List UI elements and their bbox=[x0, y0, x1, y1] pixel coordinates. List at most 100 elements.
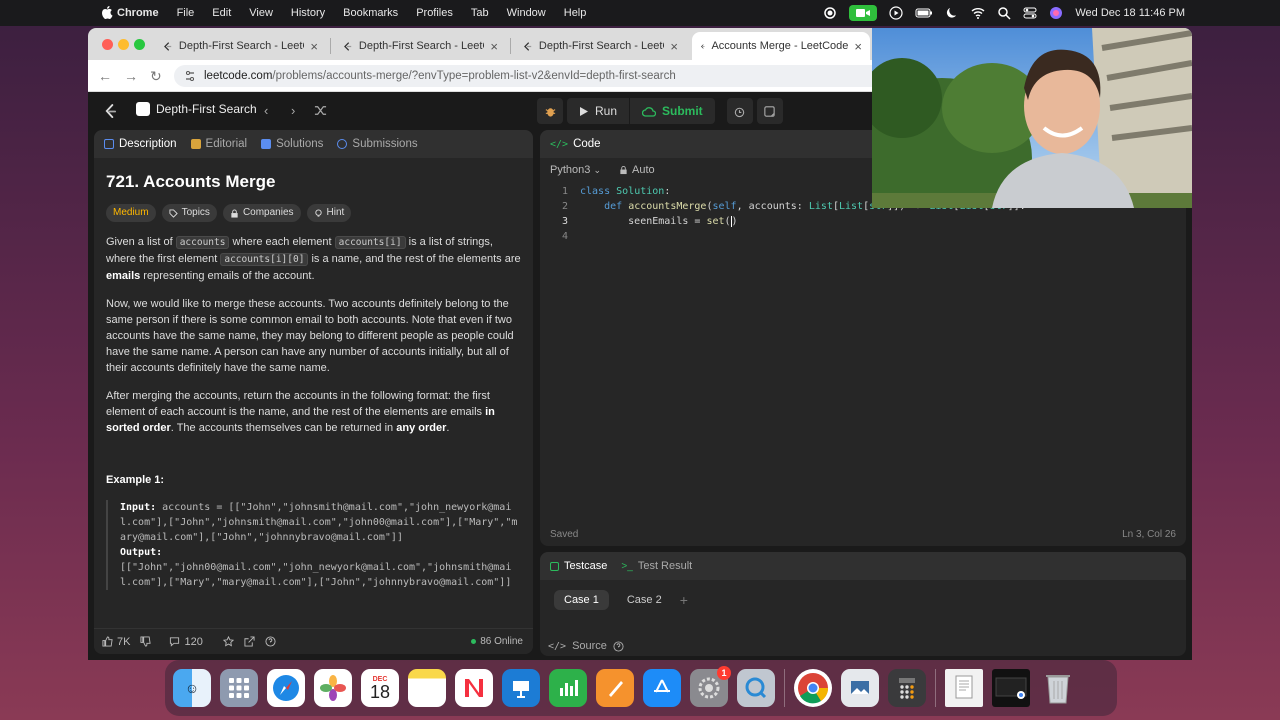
topics-chip[interactable]: Topics bbox=[161, 204, 217, 222]
source-toggle[interactable]: </> Source bbox=[548, 640, 624, 652]
notes-icon[interactable] bbox=[408, 669, 446, 707]
launchpad-icon[interactable] bbox=[220, 669, 258, 707]
next-problem-icon[interactable]: › bbox=[291, 103, 295, 118]
back-arrow-icon[interactable]: ← bbox=[98, 68, 112, 84]
siri-icon[interactable] bbox=[1049, 6, 1063, 20]
inline-code: accounts bbox=[175, 236, 230, 249]
finder-icon[interactable]: ☺ bbox=[173, 669, 211, 707]
menu-history[interactable]: History bbox=[282, 7, 334, 19]
menu-view[interactable]: View bbox=[240, 7, 282, 19]
case-2-tab[interactable]: Case 2 bbox=[617, 590, 672, 610]
wifi-icon[interactable] bbox=[971, 6, 985, 20]
browser-tab-1[interactable]: Depth-First Search - LeetCode × bbox=[154, 32, 326, 60]
save-status: Saved bbox=[550, 528, 579, 540]
safari-icon[interactable] bbox=[267, 669, 305, 707]
camera-active-icon[interactable] bbox=[849, 5, 878, 21]
recent-window-icon[interactable] bbox=[992, 669, 1030, 707]
notes-button[interactable] bbox=[756, 98, 783, 124]
close-tab-icon[interactable]: × bbox=[854, 39, 862, 54]
document-stack-icon[interactable] bbox=[945, 669, 983, 707]
example-input: Input: accounts = [["John","johnsmith@ma… bbox=[120, 500, 521, 545]
app-store-icon[interactable] bbox=[643, 669, 681, 707]
difficulty-badge[interactable]: Medium bbox=[106, 204, 156, 222]
numbers-icon[interactable] bbox=[549, 669, 587, 707]
tab-testcase-label: Testcase bbox=[564, 560, 608, 572]
star-icon[interactable] bbox=[222, 636, 234, 647]
tab-result-label: Test Result bbox=[637, 560, 693, 572]
menu-profiles[interactable]: Profiles bbox=[407, 7, 462, 19]
preview-icon[interactable] bbox=[841, 669, 879, 707]
menu-edit[interactable]: Edit bbox=[203, 7, 240, 19]
lock-icon bbox=[620, 165, 627, 175]
url-field[interactable]: leetcode.com/problems/accounts-merge/?en… bbox=[174, 65, 974, 87]
reload-icon[interactable]: ↻ bbox=[150, 68, 162, 85]
play-icon[interactable] bbox=[889, 6, 903, 20]
code-text: seenEmails = set() bbox=[580, 216, 738, 227]
close-tab-icon[interactable]: × bbox=[310, 39, 318, 54]
share-icon[interactable] bbox=[244, 636, 255, 647]
code-editor[interactable]: 1 class Solution: 2 def accountsMerge(se… bbox=[540, 186, 1186, 526]
tab-test-result[interactable]: >_ Test Result bbox=[621, 560, 692, 572]
system-settings-icon[interactable]: 1 bbox=[690, 666, 731, 707]
moon-icon[interactable] bbox=[945, 6, 959, 20]
forward-arrow-icon[interactable]: → bbox=[124, 68, 138, 84]
inline-code: accounts[i] bbox=[334, 236, 406, 249]
battery-icon[interactable] bbox=[915, 6, 933, 20]
quicktime-icon[interactable] bbox=[737, 669, 775, 707]
case-1-tab[interactable]: Case 1 bbox=[554, 590, 609, 610]
zoom-window-button[interactable] bbox=[134, 39, 145, 50]
code-brackets-icon: </> bbox=[548, 640, 567, 652]
prev-problem-icon[interactable]: ‹ bbox=[264, 103, 268, 118]
debug-button[interactable] bbox=[537, 98, 563, 124]
tab-testcase[interactable]: Testcase bbox=[550, 560, 607, 572]
pages-icon[interactable] bbox=[596, 669, 634, 707]
thumbs-down-icon[interactable] bbox=[140, 636, 152, 647]
menubar-clock[interactable]: Wed Dec 18 11:46 PM bbox=[1075, 7, 1185, 19]
language-select[interactable]: Python3 ⌄ bbox=[550, 164, 601, 176]
hint-chip[interactable]: Hint bbox=[306, 204, 352, 222]
shuffle-icon[interactable] bbox=[314, 104, 327, 117]
menu-tab[interactable]: Tab bbox=[462, 7, 498, 19]
search-icon[interactable] bbox=[997, 6, 1011, 20]
keynote-icon[interactable] bbox=[502, 669, 540, 707]
tab-description[interactable]: Description bbox=[104, 138, 177, 150]
menu-bookmarks[interactable]: Bookmarks bbox=[334, 7, 407, 19]
chrome-icon[interactable] bbox=[794, 669, 832, 707]
comments-button[interactable]: 120 bbox=[169, 636, 203, 648]
run-button[interactable]: Run bbox=[567, 98, 630, 124]
browser-tab-2[interactable]: Depth-First Search - LeetCode × bbox=[334, 32, 506, 60]
help-icon[interactable] bbox=[265, 636, 276, 647]
trash-icon[interactable] bbox=[1039, 669, 1077, 707]
calculator-icon[interactable] bbox=[888, 669, 926, 707]
menu-window[interactable]: Window bbox=[498, 7, 555, 19]
comment-icon bbox=[170, 637, 180, 647]
autosave-toggle[interactable]: Auto bbox=[619, 164, 655, 176]
submit-button[interactable]: Submit bbox=[629, 98, 715, 124]
problem-list-title[interactable]: Depth-First Search bbox=[136, 102, 257, 116]
record-icon[interactable] bbox=[823, 6, 837, 20]
tab-submissions[interactable]: Submissions bbox=[337, 138, 418, 150]
browser-tab-active[interactable]: Accounts Merge - LeetCode × bbox=[692, 32, 870, 60]
tab-divider bbox=[330, 38, 331, 54]
minimize-window-button[interactable] bbox=[118, 39, 129, 50]
close-tab-icon[interactable]: × bbox=[670, 39, 678, 54]
photos-icon[interactable] bbox=[314, 669, 352, 707]
leetcode-logo-icon[interactable] bbox=[104, 104, 117, 119]
apple-icon[interactable] bbox=[101, 5, 113, 19]
menu-help[interactable]: Help bbox=[555, 7, 596, 19]
close-window-button[interactable] bbox=[102, 39, 113, 50]
news-icon[interactable] bbox=[455, 669, 493, 707]
timer-button[interactable] bbox=[726, 98, 753, 124]
calendar-icon[interactable]: DEC 18 bbox=[361, 669, 399, 707]
case-list: Case 1 Case 2 + bbox=[540, 580, 1186, 620]
tab-solutions[interactable]: Solutions bbox=[261, 138, 323, 150]
menu-file[interactable]: File bbox=[168, 7, 204, 19]
site-info-icon[interactable] bbox=[184, 70, 196, 82]
like-button[interactable]: 7K bbox=[102, 636, 130, 648]
control-center-icon[interactable] bbox=[1023, 6, 1037, 20]
tab-editorial[interactable]: Editorial bbox=[190, 138, 247, 150]
browser-tab-3[interactable]: Depth-First Search - LeetCode × bbox=[514, 32, 686, 60]
close-tab-icon[interactable]: × bbox=[490, 39, 498, 54]
add-case-icon[interactable]: + bbox=[680, 592, 688, 608]
companies-chip[interactable]: Companies bbox=[222, 204, 301, 222]
